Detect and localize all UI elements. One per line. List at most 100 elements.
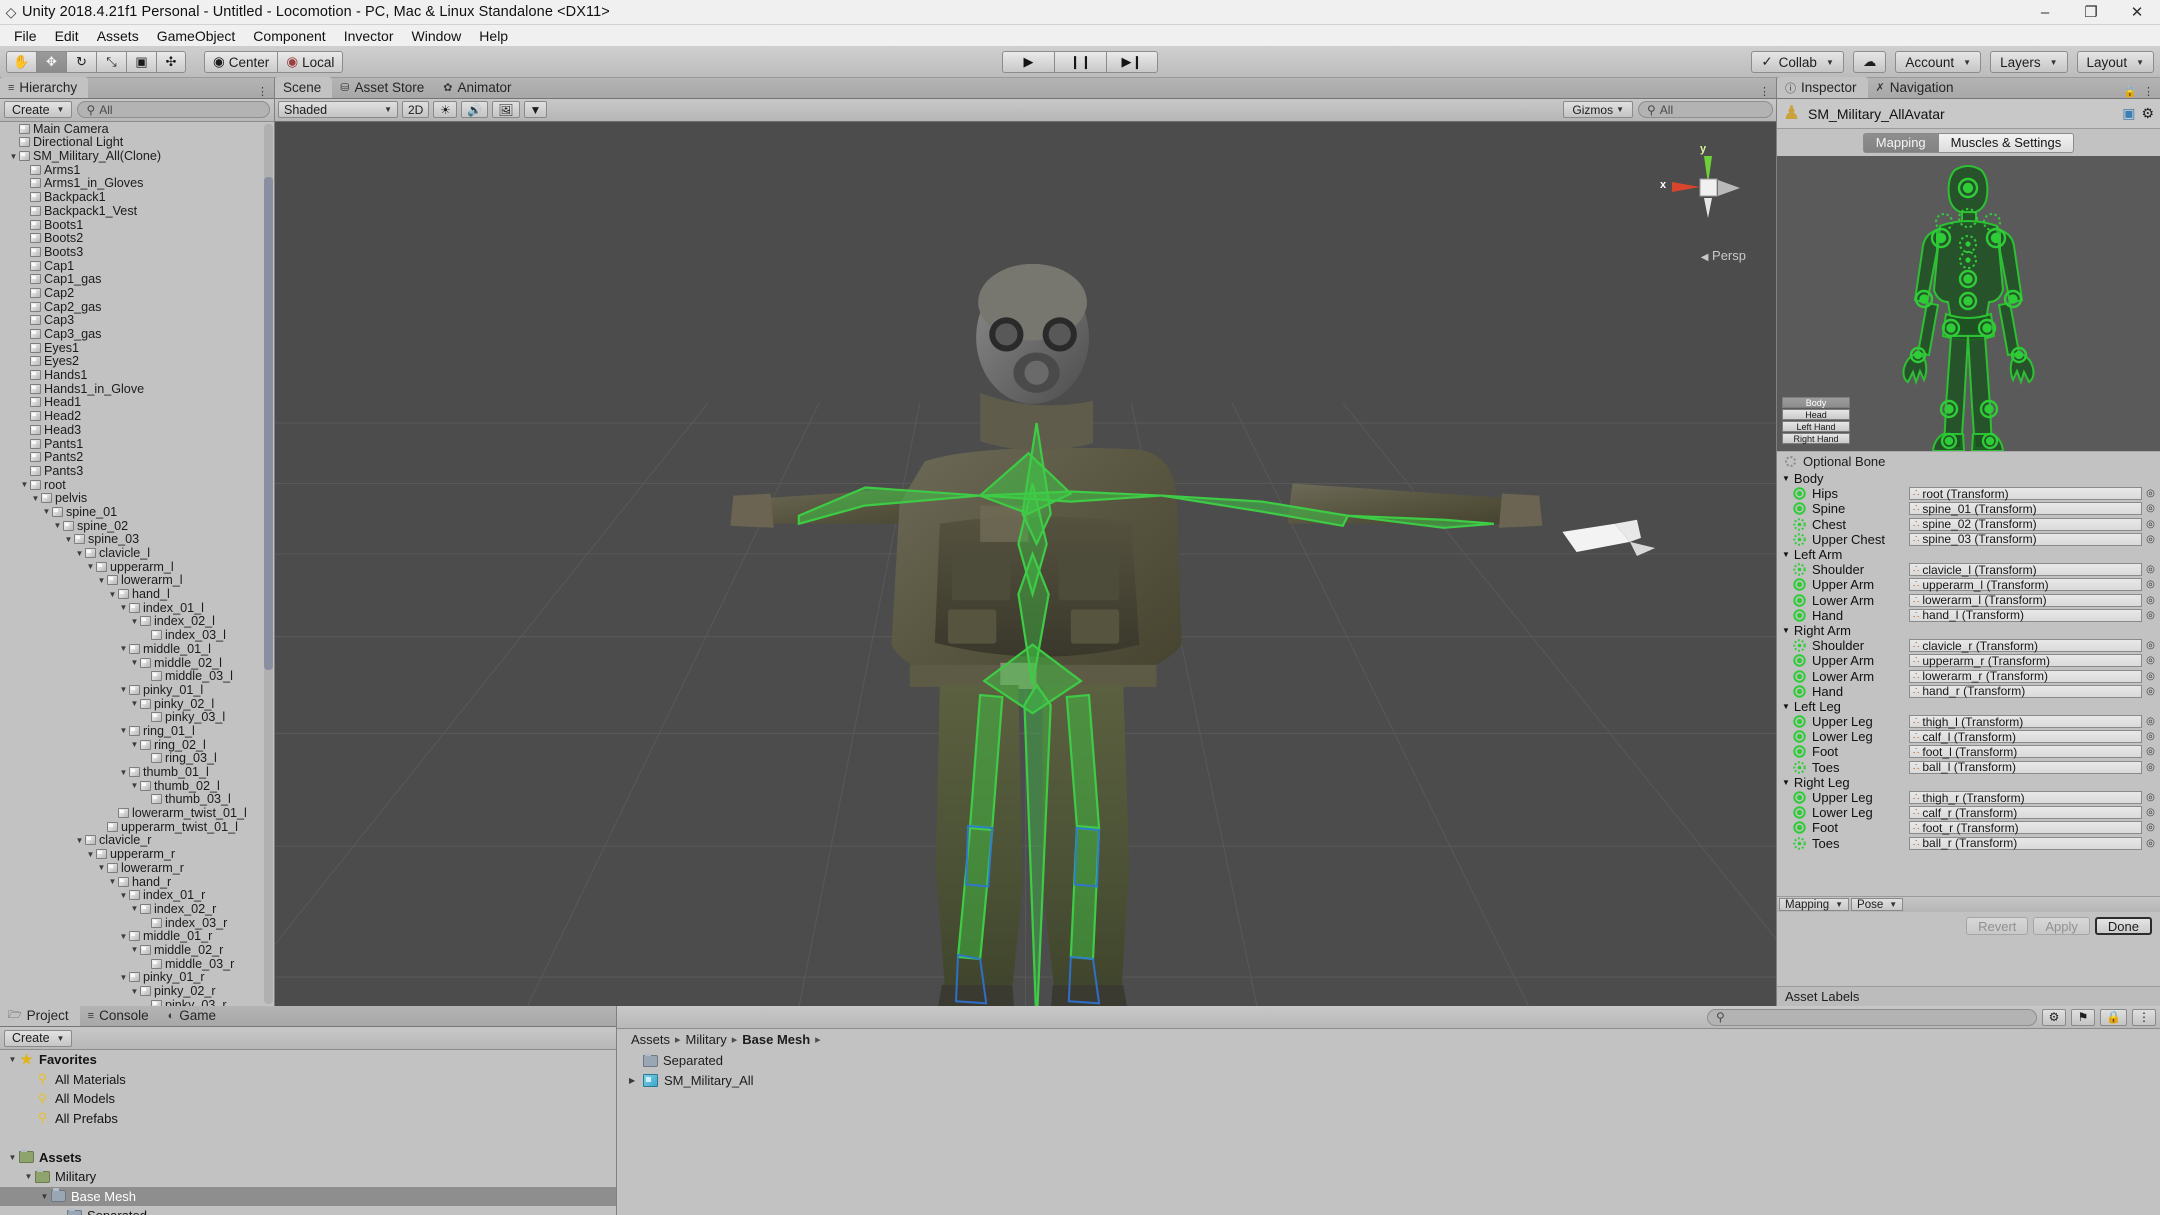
disclosure-triangle-icon[interactable]: ▼ [19, 480, 30, 489]
hierarchy-item[interactable]: ▼ clavicle_l [0, 546, 274, 560]
tab-game[interactable]: ◐ Game [160, 1005, 227, 1026]
bone-object-field[interactable]: ∴ ball_l (Transform) [1909, 760, 2142, 774]
hierarchy-item[interactable]: ▼ index_02_r [0, 902, 274, 916]
tab-muscles-settings[interactable]: Muscles & Settings [1937, 132, 2075, 153]
hierarchy-item[interactable]: Cap3_gas [0, 327, 274, 341]
hierarchy-item[interactable]: middle_03_l [0, 669, 274, 683]
hierarchy-item[interactable]: ring_03_l [0, 751, 274, 765]
hierarchy-item[interactable]: Main Camera [0, 122, 274, 136]
menu-edit[interactable]: Edit [46, 27, 88, 45]
hierarchy-item[interactable]: Hands1_in_Glove [0, 382, 274, 396]
object-picker-icon[interactable]: ◎ [2145, 822, 2156, 833]
tab-scene[interactable]: Scene [275, 77, 333, 98]
bone-mapping-row[interactable]: Spine ∴ spine_01 (Transform) ◎ [1777, 501, 2160, 516]
tab-asset-store[interactable]: ⛁ Asset Store [332, 77, 435, 98]
disclosure-triangle-icon[interactable]: ▼ [129, 781, 140, 790]
hierarchy-item[interactable]: ▼ pinky_01_r [0, 970, 274, 984]
menu-component[interactable]: Component [244, 27, 334, 45]
object-picker-icon[interactable]: ◎ [2145, 595, 2156, 606]
bone-object-field[interactable]: ∴ clavicle_r (Transform) [1909, 639, 2142, 653]
object-picker-icon[interactable]: ◎ [2145, 534, 2156, 545]
bone-object-field[interactable]: ∴ hand_l (Transform) [1909, 608, 2142, 622]
asset-labels-bar[interactable]: Asset Labels [1777, 986, 2160, 1006]
disclosure-triangle-icon[interactable]: ▼ [118, 932, 129, 941]
hierarchy-scrollbar[interactable] [264, 123, 273, 1004]
bone-object-field[interactable]: ∴ spine_03 (Transform) [1909, 532, 2142, 546]
hierarchy-item[interactable]: ▼ middle_02_r [0, 943, 274, 957]
disclosure-triangle-icon[interactable]: ▼ [129, 945, 140, 954]
disclosure-triangle-icon[interactable]: ▼ [118, 726, 129, 735]
disclosure-triangle-icon[interactable]: ▼ [118, 768, 129, 777]
disclosure-triangle-icon[interactable]: ▼ [1782, 474, 1790, 483]
hierarchy-search-input[interactable]: ⚲ All [77, 101, 270, 119]
disclosure-triangle-icon[interactable]: ▼ [129, 658, 140, 667]
hierarchy-item[interactable]: ▼ lowerarm_l [0, 573, 274, 587]
project-tree-item[interactable]: ▼ Military [0, 1167, 616, 1187]
mapping-dropdown-button[interactable]: Mapping ▼ [1779, 898, 1850, 912]
object-picker-icon[interactable]: ◎ [2145, 640, 2156, 651]
bone-object-field[interactable]: ∴ thigh_r (Transform) [1909, 791, 2142, 805]
hierarchy-item[interactable]: Eyes2 [0, 354, 274, 368]
project-tree-item[interactable] [0, 1128, 616, 1148]
gizmos-dropdown[interactable]: Gizmos ▼ [1563, 101, 1633, 119]
hierarchy-item[interactable]: ▼ index_02_l [0, 614, 274, 628]
maximize-button[interactable]: ❐ [2068, 0, 2114, 25]
disclosure-triangle-icon[interactable]: ▼ [118, 603, 129, 612]
project-tree-item[interactable]: ▼ Assets [0, 1148, 616, 1168]
content-list-item[interactable]: Separated [617, 1051, 2160, 1071]
hierarchy-item[interactable]: ▼ clavicle_r [0, 833, 274, 847]
hierarchy-item[interactable]: ▼ ring_01_l [0, 724, 274, 738]
hierarchy-item[interactable]: Pants1 [0, 437, 274, 451]
disclosure-triangle-icon[interactable]: ▼ [38, 1192, 51, 1201]
project-tree-item[interactable]: ⚲ All Models [0, 1089, 616, 1109]
breadcrumb-military[interactable]: Military [686, 1032, 727, 1047]
disclosure-triangle-icon[interactable]: ▼ [129, 740, 140, 749]
bone-mapping-row[interactable]: Upper Leg ∴ thigh_l (Transform) ◎ [1777, 714, 2160, 729]
hierarchy-item[interactable]: ▼ pelvis [0, 491, 274, 505]
tab-inspector[interactable]: ⓘ Inspector [1777, 77, 1868, 98]
disclosure-triangle-icon[interactable]: ▼ [129, 699, 140, 708]
move-tool-icon[interactable]: ✥ [36, 51, 66, 73]
bone-object-field[interactable]: ∴ foot_l (Transform) [1909, 745, 2142, 759]
hierarchy-item[interactable]: Head1 [0, 395, 274, 409]
disclosure-triangle-icon[interactable]: ▼ [96, 576, 107, 585]
disclosure-triangle-icon[interactable]: ▼ [74, 549, 85, 558]
scene-audio-icon[interactable]: 🔊 [461, 101, 489, 119]
disclosure-triangle-icon[interactable]: ▼ [129, 987, 140, 996]
hierarchy-tree[interactable]: Main Camera Directional Light ▼ SM_Military… [0, 121, 274, 1006]
optional-bone-row[interactable]: Optional Bone [1777, 451, 2160, 470]
menu-window[interactable]: Window [403, 27, 471, 45]
tab-hierarchy[interactable]: ≡ Hierarchy [0, 77, 89, 98]
disclosure-triangle-icon[interactable]: ▼ [96, 863, 107, 872]
minimize-button[interactable]: – [2022, 0, 2068, 25]
play-button[interactable]: ▶ [1002, 51, 1054, 73]
object-picker-icon[interactable]: ◎ [2145, 671, 2156, 682]
project-tree-item[interactable]: ▼ Base Mesh [0, 1186, 616, 1206]
bone-object-field[interactable]: ∴ spine_02 (Transform) [1909, 517, 2142, 531]
object-picker-icon[interactable]: ◎ [2145, 686, 2156, 697]
disclosure-triangle-icon[interactable]: ▼ [1782, 778, 1790, 787]
breadcrumb-assets[interactable]: Assets [631, 1032, 670, 1047]
menu-help[interactable]: Help [470, 27, 517, 45]
region-head-button[interactable]: Head [1782, 409, 1850, 420]
disclosure-triangle-icon[interactable]: ▼ [85, 850, 96, 859]
bone-mapping-row[interactable]: Foot ∴ foot_r (Transform) ◎ [1777, 820, 2160, 835]
disclosure-triangle-icon[interactable]: ▼ [85, 562, 96, 571]
hierarchy-item[interactable]: ▼ middle_01_r [0, 929, 274, 943]
tab-project[interactable]: 🗁 Project [0, 1005, 80, 1026]
region-right-hand-button[interactable]: Right Hand [1782, 433, 1850, 444]
done-button[interactable]: Done [2094, 917, 2152, 936]
layout-button[interactable]: Layout ▼ [2076, 51, 2154, 73]
step-button[interactable]: ▶❙ [1106, 51, 1158, 73]
hierarchy-tab-menu[interactable]: ⋮ [257, 85, 274, 98]
apply-button[interactable]: Apply [2033, 917, 2090, 936]
toggle-2d-button[interactable]: 2D [402, 101, 430, 119]
bone-mapping-row[interactable]: Shoulder ∴ clavicle_l (Transform) ◎ [1777, 562, 2160, 577]
collab-button[interactable]: ✓ Collab ▼ [1751, 51, 1844, 73]
bone-mapping-row[interactable]: Hips ∴ root (Transform) ◎ [1777, 486, 2160, 501]
object-picker-icon[interactable]: ◎ [2145, 807, 2156, 818]
scene-viewport[interactable]: y x ◀ Persp [275, 121, 1776, 1006]
hierarchy-item[interactable]: Directional Light [0, 135, 274, 149]
hierarchy-item[interactable]: Cap3 [0, 313, 274, 327]
disclosure-triangle-icon[interactable]: ▼ [1782, 550, 1790, 559]
